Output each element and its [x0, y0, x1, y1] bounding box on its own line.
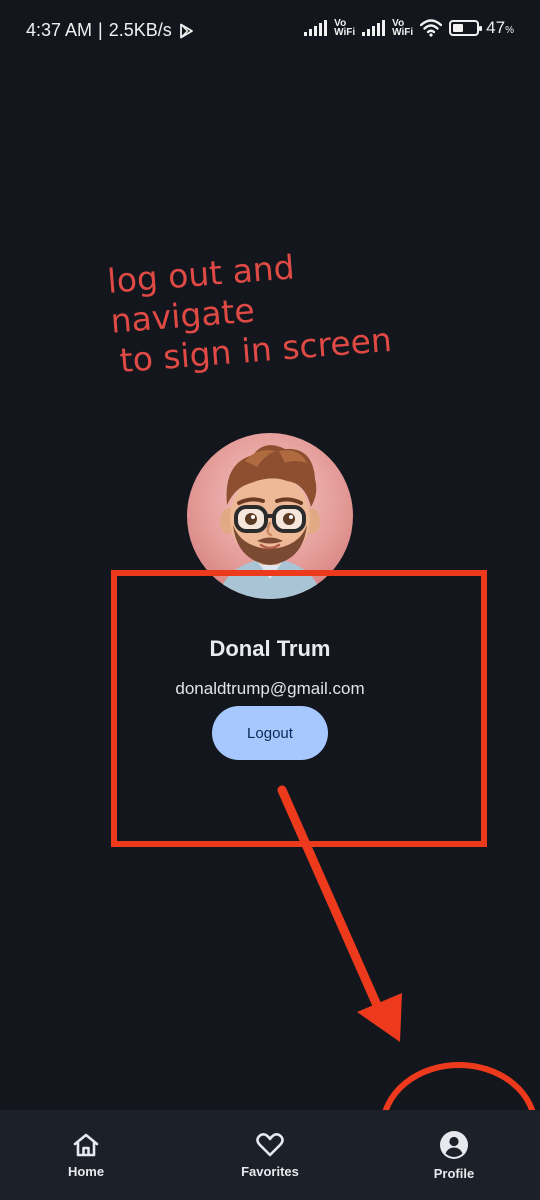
nav-item-favorites[interactable]: Favorites: [180, 1110, 360, 1200]
profile-name: Donal Trum: [209, 636, 331, 661]
network-speed: 2.5KB/s: [108, 20, 172, 40]
signal-icon-2: [362, 20, 386, 36]
status-right: Vo WiFi Vo WiFi 47%: [304, 18, 514, 38]
annotation-text: log out and navigate to sign in screen: [106, 235, 454, 381]
nav-label-home: Home: [67, 1163, 105, 1179]
bottom-navigation: Home Favorites Profile: [0, 1110, 540, 1200]
vowifi-label-2: Vo WiFi: [392, 18, 414, 38]
nav-item-home[interactable]: Home: [0, 1110, 176, 1200]
vowifi-label: Vo WiFi: [334, 18, 356, 38]
nav-label-favorites: Favorites: [241, 1163, 299, 1179]
play-store-icon: [179, 23, 193, 38]
logout-button[interactable]: Logout: [212, 706, 328, 760]
heart-icon: [256, 1132, 284, 1156]
separator: |: [98, 20, 103, 40]
signal-icon: [304, 20, 328, 36]
status-bar: 4:37 AM | 2.5KB/s Vo WiFi Vo WiFi 47%: [0, 0, 540, 62]
clock: 4:37 AM: [26, 20, 93, 40]
battery-fill: [453, 24, 464, 32]
account-circle-icon: [440, 1130, 468, 1159]
battery-icon: [449, 20, 483, 36]
nav-label-profile: Profile: [433, 1165, 475, 1181]
wifi-icon: [420, 19, 443, 37]
nav-item-profile[interactable]: Profile: [364, 1110, 540, 1200]
battery-level: 47%: [486, 18, 514, 37]
profile-email: donaldtrump@gmail.com: [175, 679, 365, 698]
status-left: 4:37 AM | 2.5KB/s: [26, 20, 194, 41]
home-icon: [73, 1133, 99, 1156]
